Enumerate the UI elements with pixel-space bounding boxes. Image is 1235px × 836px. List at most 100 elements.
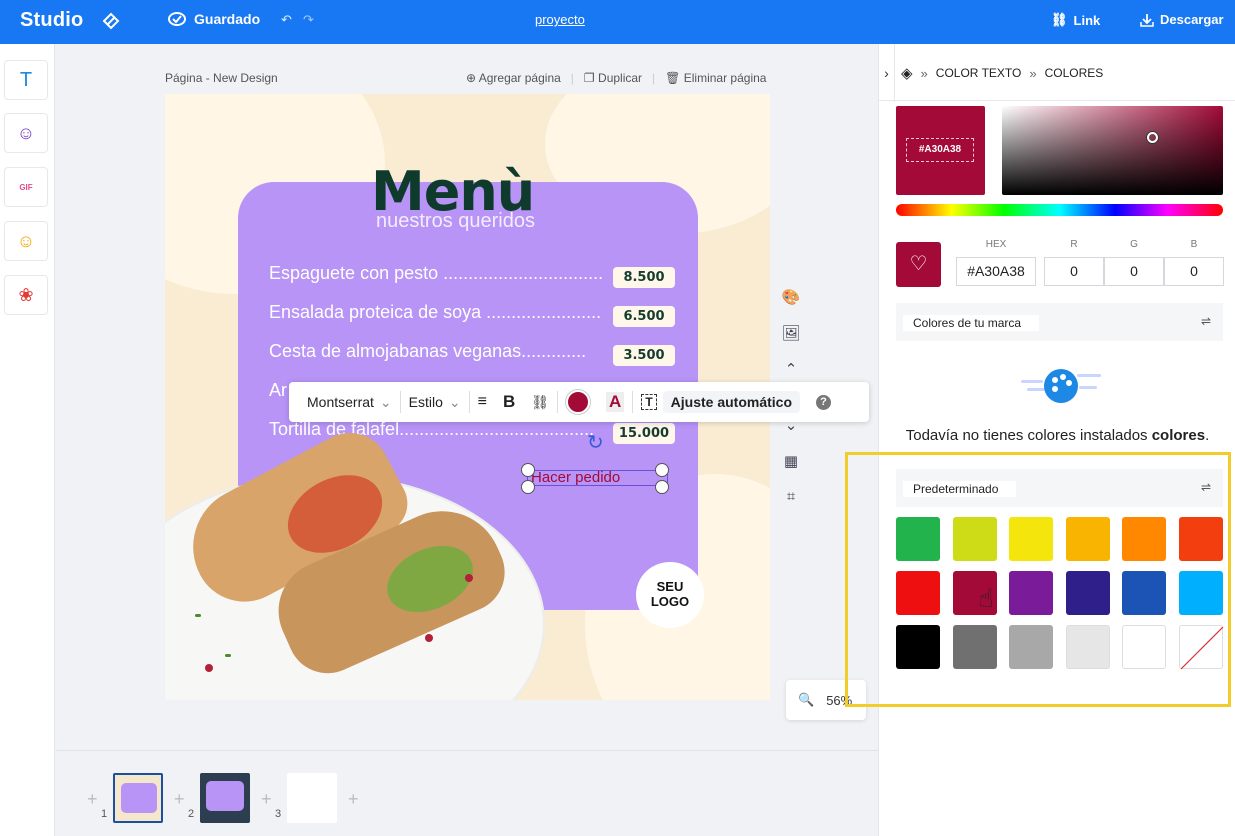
b-input[interactable]: 0	[1164, 257, 1224, 286]
page-thumbnail[interactable]	[287, 773, 337, 823]
page-label: Página - New Design	[165, 71, 278, 85]
crop-icon[interactable]: ⌗	[780, 488, 802, 510]
share-link-button[interactable]: ⛓ Link	[1051, 12, 1100, 28]
align-left-icon: ≡	[477, 393, 487, 410]
sliders-icon[interactable]: ⇌	[1201, 314, 1211, 328]
chevron-down-icon: ⌄	[448, 393, 461, 410]
resize-handle[interactable]	[655, 480, 669, 494]
chevron-down-icon[interactable]: ⌄	[780, 416, 802, 438]
price-tag[interactable]: 15.000	[613, 423, 675, 444]
rotate-icon[interactable]: ↻	[587, 430, 604, 455]
font-select[interactable]: Montserrat ⌄	[289, 388, 400, 416]
color-picker-area[interactable]	[1002, 106, 1223, 195]
hex-label: HEX	[985, 239, 1007, 250]
help-button[interactable]: ?	[808, 388, 839, 416]
resize-handle[interactable]	[521, 463, 535, 477]
menu-item[interactable]: Ensalada proteica de soya ..............…	[269, 302, 604, 323]
link-button[interactable]: ⛓	[523, 388, 557, 416]
image-icon[interactable]: 🖼	[780, 324, 802, 346]
chevron-up-icon[interactable]: ⌃	[780, 360, 802, 382]
favorite-color-button[interactable]: ♡	[896, 242, 941, 287]
page-filmstrip: + 1 + 2 + 3 +	[56, 750, 878, 836]
project-link[interactable]: proyecto	[535, 12, 585, 27]
menu-subtitle[interactable]: nuestros queridos	[376, 210, 535, 233]
menu-item[interactable]: Espaguete con pesto ....................…	[269, 263, 604, 284]
add-page-icon[interactable]: +	[261, 789, 272, 810]
layers-icon[interactable]: ◈	[901, 64, 913, 82]
download-icon	[1140, 13, 1154, 27]
gif-icon: GIF	[19, 182, 33, 192]
g-input[interactable]: 0	[1104, 257, 1164, 286]
price-tag[interactable]: 3.500	[613, 345, 675, 366]
pomegranate-seed	[465, 574, 473, 582]
current-color-label: #A30A38	[906, 138, 974, 162]
sticker-tool-button[interactable]: ☺	[4, 113, 48, 153]
page-thumbnail[interactable]	[113, 773, 163, 823]
logo-placeholder[interactable]: SEU LOGO	[636, 562, 704, 628]
hue-slider[interactable]	[896, 204, 1223, 216]
sticker-icon: ☺	[16, 122, 36, 143]
herb-garnish	[225, 654, 231, 657]
add-page-icon[interactable]: +	[348, 789, 359, 810]
auto-fit-button[interactable]: T Ajuste automático	[633, 388, 808, 416]
download-button[interactable]: Descargar	[1140, 12, 1224, 27]
shapes-tool-button[interactable]: ❀	[4, 275, 48, 315]
undo-icon[interactable]: ↶	[281, 12, 292, 28]
grid-icon[interactable]: ▦	[780, 452, 802, 474]
hex-input[interactable]: #A30A38	[956, 257, 1036, 286]
text-effect-button[interactable]: A	[598, 388, 632, 416]
r-label: R	[1070, 239, 1078, 250]
cloud-check-icon	[168, 12, 186, 26]
collapse-panel-button[interactable]: ›	[879, 44, 895, 102]
empty-message-suffix: .	[1205, 427, 1210, 444]
text-color-button[interactable]	[558, 388, 598, 416]
auto-fit-icon: T	[641, 394, 657, 410]
divider: |	[652, 71, 656, 85]
price-tag[interactable]: 8.500	[613, 267, 675, 288]
redo-icon[interactable]: ↷	[303, 12, 314, 28]
breadcrumb-text-color[interactable]: COLOR TEXTO	[936, 66, 1022, 80]
emoji-icon: ☺	[16, 230, 36, 251]
add-page-icon[interactable]: +	[174, 789, 185, 810]
text-tool-button[interactable]: T	[4, 60, 48, 100]
highlight-frame	[845, 452, 1231, 707]
brand-logo[interactable]: Studio	[20, 9, 83, 32]
page-thumbnail[interactable]	[200, 773, 250, 823]
page-actions: ⊕ Agregar página | ❐ Duplicar | 🗑 Elimin…	[466, 71, 766, 85]
brand-colors-title: Colores de tu marca	[903, 315, 1040, 331]
breadcrumb: ◈ » COLOR TEXTO » COLORES	[901, 64, 1103, 82]
order-text-box[interactable]: Hacer pedido	[527, 470, 668, 486]
top-bar: Studio Guardado ↶ ↷ proyecto ⛓ Link Desc…	[0, 0, 1235, 44]
palette-icon[interactable]: 🎨	[780, 288, 802, 310]
share-link-label: Link	[1073, 12, 1101, 28]
align-button[interactable]: ≡	[470, 388, 495, 416]
picker-knob[interactable]	[1147, 132, 1158, 143]
emoji-tool-button[interactable]: ☺	[4, 221, 48, 261]
chevron-right-icon: ›	[884, 65, 889, 81]
add-page-button[interactable]: ⊕ Agregar página	[466, 71, 561, 85]
bold-button[interactable]: B	[495, 388, 523, 416]
resize-handle[interactable]	[521, 480, 535, 494]
resize-handle[interactable]	[655, 463, 669, 477]
link-icon: ⛓	[1051, 12, 1068, 27]
add-page-icon[interactable]: +	[87, 789, 98, 810]
text-effect-icon: A	[606, 392, 625, 412]
auto-fit-label: Ajuste automático	[662, 391, 801, 413]
gif-tool-button[interactable]: GIF	[4, 167, 48, 207]
font-select-value: Montserrat	[307, 394, 374, 410]
menu-item[interactable]: Cesta de almojabanas veganas............…	[269, 341, 604, 362]
save-status[interactable]: Guardado	[168, 11, 260, 27]
thumbnail-card	[206, 781, 244, 811]
properties-panel: › ◈ » COLOR TEXTO » COLORES #A30A38 ♡ HE…	[878, 44, 1235, 836]
price-tag[interactable]: 6.500	[613, 306, 675, 327]
r-input[interactable]: 0	[1044, 257, 1104, 286]
divider: |	[570, 71, 574, 85]
style-select[interactable]: Estilo ⌄	[401, 388, 469, 416]
g-label: G	[1130, 239, 1138, 250]
delete-page-button[interactable]: 🗑 Eliminar página	[665, 71, 766, 85]
menu-item[interactable]: Tortilla de falafel.....................…	[269, 419, 604, 440]
hand-cursor-icon: ☝	[978, 583, 994, 613]
search-icon: 🔍	[798, 692, 815, 707]
empty-brand-colors-message: Todavía no tienes colores instalados col…	[879, 427, 1235, 444]
duplicate-button[interactable]: ❐ Duplicar	[584, 71, 642, 85]
